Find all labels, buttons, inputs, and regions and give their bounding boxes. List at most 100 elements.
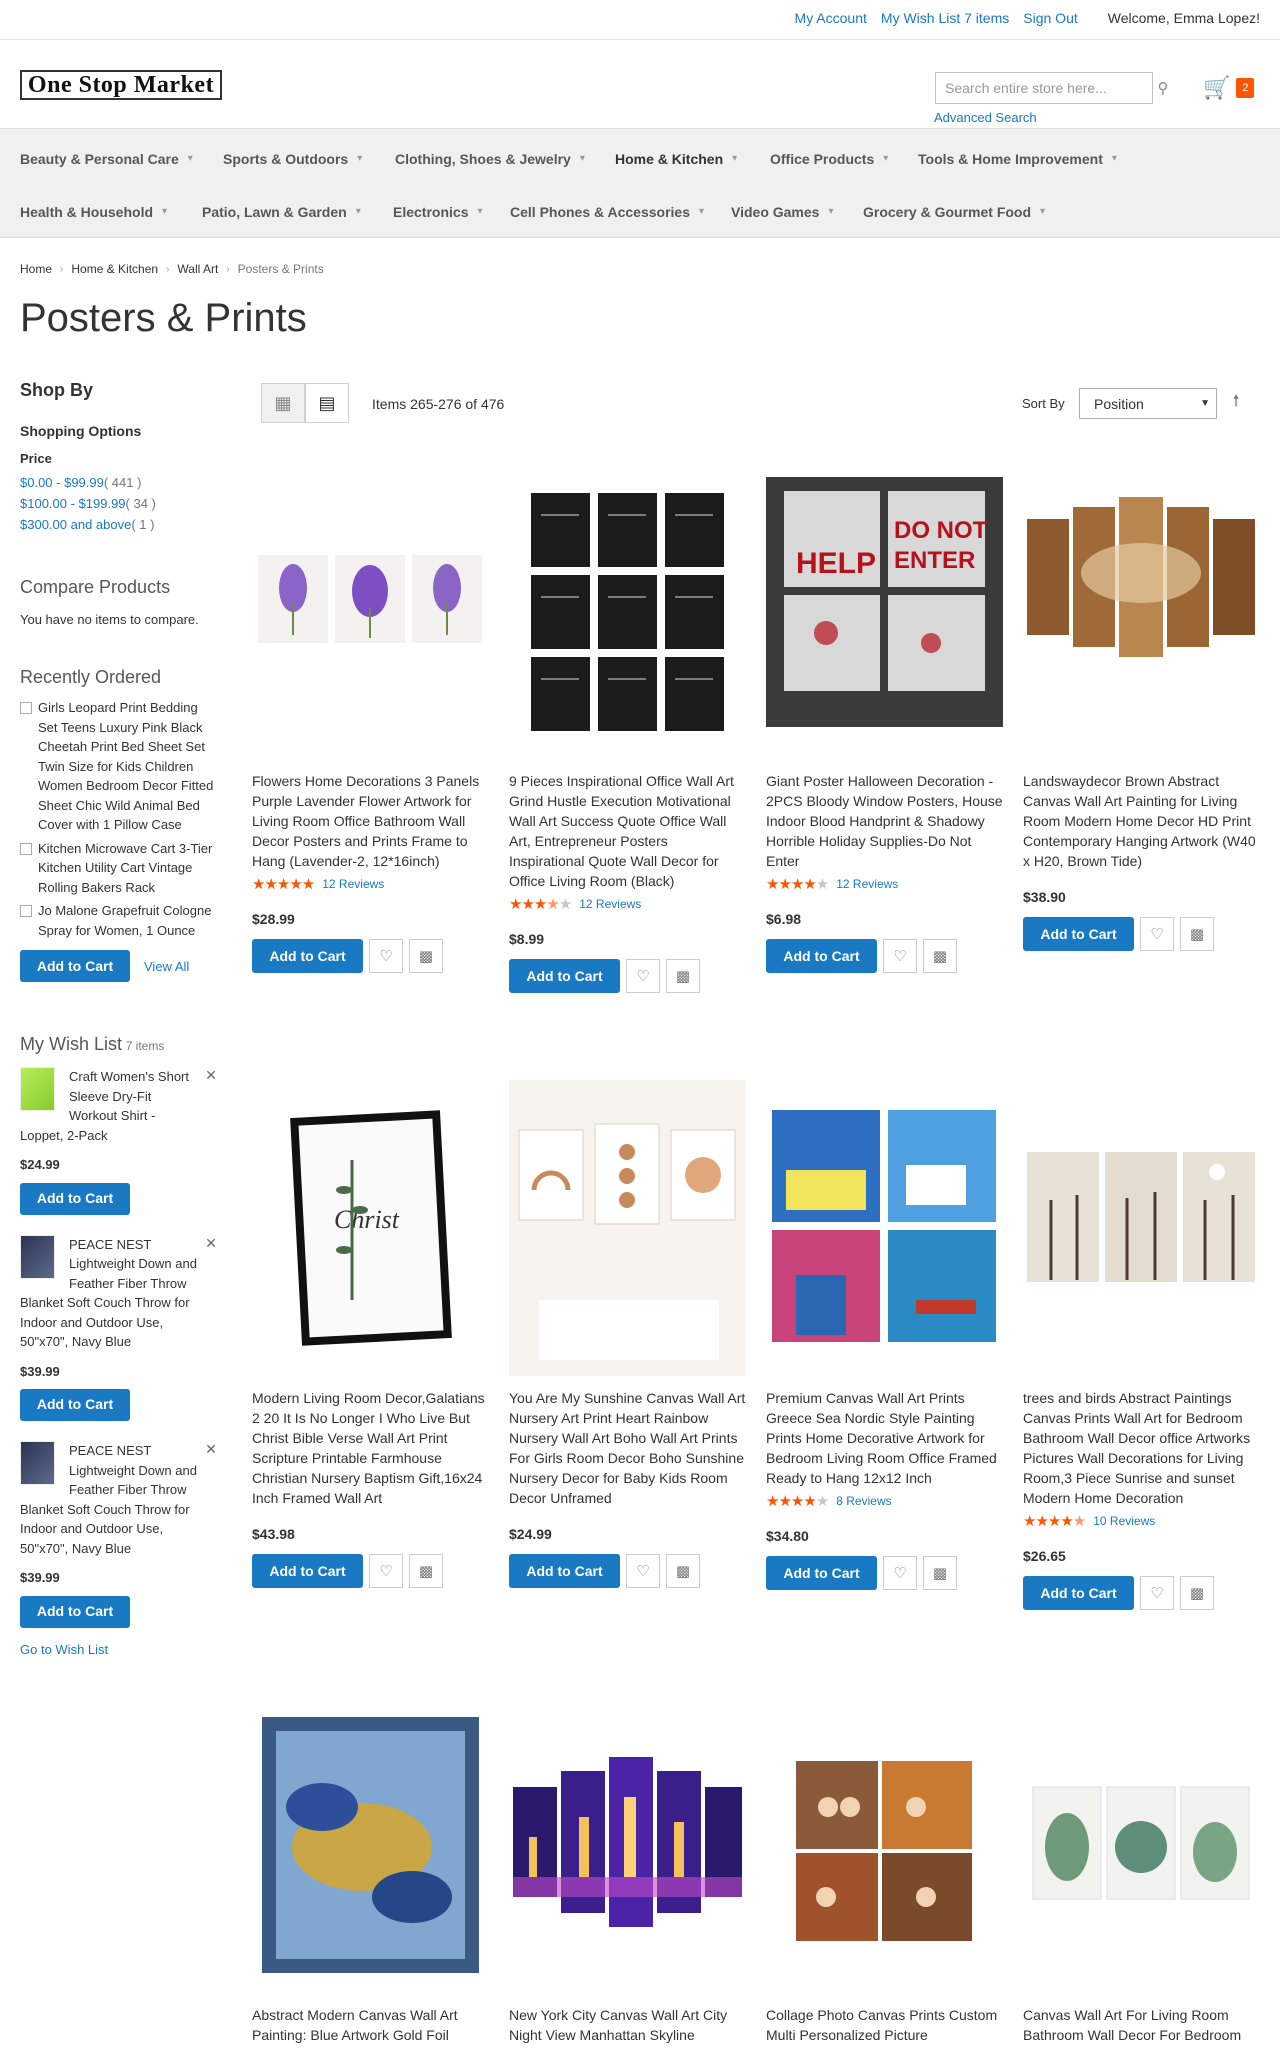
product-name[interactable]: Collage Photo Canvas Prints Custom Multi… — [766, 2005, 1003, 2045]
add-to-cart-button[interactable]: Add to Cart — [509, 959, 620, 993]
product-name[interactable]: 9 Pieces Inspirational Office Wall Art G… — [509, 771, 746, 891]
add-to-wishlist-button[interactable]: ♡ — [1140, 1576, 1174, 1610]
nav-clothing[interactable]: Clothing, Shoes & Jewelry ▾ — [383, 133, 598, 184]
product-image[interactable]: HELP DO NOT ENTER — [766, 463, 1003, 759]
wishlist-add-to-cart-button[interactable]: Add to Cart — [20, 1595, 130, 1628]
go-to-wishlist-link[interactable]: Go to Wish List — [20, 1642, 220, 1657]
add-to-compare-button[interactable]: ▩ — [1180, 917, 1214, 951]
product-image[interactable] — [1023, 1080, 1260, 1376]
reviews-link[interactable]: 12 Reviews — [836, 877, 898, 891]
product-name[interactable]: Giant Poster Halloween Decoration - 2PCS… — [766, 771, 1003, 871]
nav-grocery[interactable]: Grocery & Gourmet Food ▾ — [851, 186, 1058, 237]
add-to-cart-button[interactable]: Add to Cart — [509, 1554, 620, 1588]
add-to-compare-button[interactable]: ▩ — [1180, 1576, 1214, 1610]
close-icon[interactable]: ✕ — [202, 1235, 220, 1253]
add-to-cart-button[interactable]: Add to Cart — [1023, 1576, 1134, 1610]
breadcrumb-home[interactable]: Home — [20, 262, 52, 276]
add-to-cart-button[interactable]: Add to Cart — [1023, 917, 1134, 951]
product-name[interactable]: Premium Canvas Wall Art Prints Greece Se… — [766, 1388, 1003, 1488]
product-image[interactable] — [509, 463, 746, 759]
reviews-link[interactable]: 10 Reviews — [1093, 1514, 1155, 1528]
breadcrumb-home-kitchen[interactable]: Home & Kitchen — [71, 262, 158, 276]
nav-beauty[interactable]: Beauty & Personal Care ▾ — [8, 133, 206, 184]
product-image[interactable] — [509, 1080, 746, 1376]
grid-view-button[interactable]: ▦ — [261, 383, 305, 423]
reviews-link[interactable]: 8 Reviews — [836, 1494, 891, 1508]
nav-sports[interactable]: Sports & Outdoors ▾ — [211, 133, 375, 184]
breadcrumb-wall-art[interactable]: Wall Art — [177, 262, 218, 276]
add-to-compare-button[interactable]: ▩ — [923, 939, 957, 973]
sign-out-link[interactable]: Sign Out — [1023, 10, 1077, 26]
product-image[interactable] — [509, 1697, 746, 1993]
product-name[interactable]: New York City Canvas Wall Art City Night… — [509, 2005, 746, 2045]
nav-office[interactable]: Office Products ▾ — [758, 133, 901, 184]
add-to-compare-button[interactable]: ▩ — [666, 1554, 700, 1588]
nav-health[interactable]: Health & Household ▾ — [8, 186, 180, 237]
product-image[interactable] — [766, 1697, 1003, 1993]
wishlist-add-to-cart-button[interactable]: Add to Cart — [20, 1389, 130, 1421]
reviews-link[interactable]: 12 Reviews — [322, 877, 384, 891]
view-all-link[interactable]: View All — [144, 959, 189, 974]
nav-video-games[interactable]: Video Games ▾ — [719, 186, 846, 237]
add-to-compare-button[interactable]: ▩ — [923, 1556, 957, 1590]
add-to-wishlist-button[interactable]: ♡ — [369, 1554, 403, 1588]
nav-cell-phones[interactable]: Cell Phones & Accessories ▾ — [498, 186, 717, 237]
wishlist-item-thumbnail[interactable] — [20, 1441, 55, 1485]
add-to-compare-button[interactable]: ▩ — [666, 959, 700, 993]
product-name[interactable]: Modern Living Room Decor,Galatians 2 20 … — [252, 1388, 489, 1508]
add-to-compare-button[interactable]: ▩ — [409, 1554, 443, 1588]
product-name[interactable]: Abstract Modern Canvas Wall Art Painting… — [252, 2005, 489, 2045]
add-to-wishlist-button[interactable]: ♡ — [626, 1554, 660, 1588]
recent-item-checkbox[interactable] — [20, 702, 32, 714]
my-wishlist-link[interactable]: My Wish List 7 items — [881, 10, 1009, 26]
add-to-wishlist-button[interactable]: ♡ — [883, 939, 917, 973]
recent-add-to-cart-button[interactable]: Add to Cart — [20, 950, 130, 982]
recent-item-link[interactable]: Jo Malone Grapefruit Cologne Spray for W… — [38, 901, 220, 940]
add-to-cart-button[interactable]: Add to Cart — [252, 1554, 363, 1588]
store-logo[interactable]: One Stop Market — [20, 70, 222, 100]
product-image[interactable] — [766, 1080, 1003, 1376]
search-icon[interactable]: ⚲ — [1150, 72, 1176, 104]
price-filter-0-99[interactable]: $0.00 - $99.99( 441 ) — [20, 472, 220, 493]
advanced-search-link[interactable]: Advanced Search — [934, 110, 1037, 125]
wishlist-item-thumbnail[interactable] — [20, 1234, 55, 1279]
price-filter-100-199[interactable]: $100.00 - $199.99( 34 ) — [20, 493, 220, 514]
product-name[interactable]: Canvas Wall Art For Living Room Bathroom… — [1023, 2005, 1260, 2045]
minicart-button[interactable]: 🛒 2 — [1197, 72, 1259, 104]
product-image[interactable] — [252, 463, 489, 759]
recent-item-link[interactable]: Kitchen Microwave Cart 3-Tier Kitchen Ut… — [38, 839, 220, 898]
nav-home-kitchen[interactable]: Home & Kitchen ▾ — [603, 133, 750, 184]
product-image[interactable]: Christ — [252, 1080, 489, 1376]
product-name[interactable]: trees and birds Abstract Paintings Canva… — [1023, 1388, 1260, 1508]
close-icon[interactable]: ✕ — [202, 1441, 220, 1459]
sort-direction-button[interactable]: 🠕 — [1225, 388, 1247, 419]
price-filter-300-above[interactable]: $300.00 and above( 1 ) — [20, 514, 220, 535]
wishlist-add-to-cart-button[interactable]: Add to Cart — [20, 1182, 130, 1215]
product-name[interactable]: Flowers Home Decorations 3 Panels Purple… — [252, 771, 489, 871]
sort-select[interactable]: Position ▼ — [1079, 388, 1217, 419]
add-to-wishlist-button[interactable]: ♡ — [369, 939, 403, 973]
recent-item-checkbox[interactable] — [20, 905, 32, 917]
reviews-link[interactable]: 12 Reviews — [579, 897, 641, 911]
my-account-link[interactable]: My Account — [795, 10, 867, 26]
add-to-wishlist-button[interactable]: ♡ — [626, 959, 660, 993]
list-view-button[interactable]: ▤ — [305, 383, 349, 423]
product-name[interactable]: You Are My Sunshine Canvas Wall Art Nurs… — [509, 1388, 746, 1508]
nav-electronics[interactable]: Electronics ▾ — [381, 186, 496, 237]
recent-item-link[interactable]: Girls Leopard Print Bedding Set Teens Lu… — [38, 698, 220, 835]
add-to-cart-button[interactable]: Add to Cart — [766, 1556, 877, 1590]
nav-patio[interactable]: Patio, Lawn & Garden ▾ — [190, 186, 374, 237]
product-image[interactable] — [1023, 1697, 1260, 1993]
close-icon[interactable]: ✕ — [202, 1067, 220, 1085]
wishlist-item-thumbnail[interactable] — [20, 1067, 55, 1111]
add-to-wishlist-button[interactable]: ♡ — [1140, 917, 1174, 951]
product-image[interactable] — [1023, 463, 1260, 759]
product-name[interactable]: Landswaydecor Brown Abstract Canvas Wall… — [1023, 771, 1260, 871]
recent-item-checkbox[interactable] — [20, 842, 32, 855]
add-to-cart-button[interactable]: Add to Cart — [766, 939, 877, 973]
add-to-compare-button[interactable]: ▩ — [409, 939, 443, 973]
add-to-cart-button[interactable]: Add to Cart — [252, 939, 363, 973]
add-to-wishlist-button[interactable]: ♡ — [883, 1556, 917, 1590]
product-image[interactable] — [252, 1697, 489, 1993]
search-input[interactable]: Search entire store here... — [935, 72, 1153, 104]
